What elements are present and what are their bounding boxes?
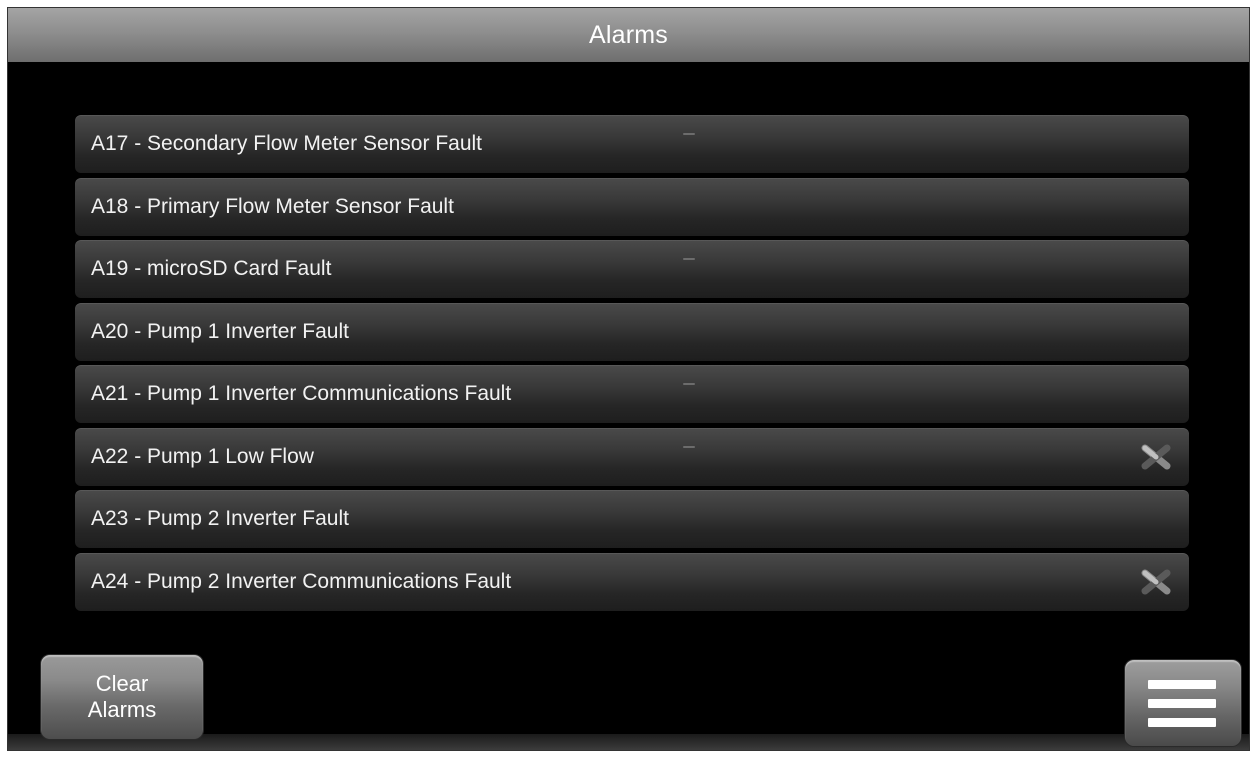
alarm-row-a19[interactable]: A19 - microSD Card Fault — [75, 240, 1189, 298]
clear-alarms-button[interactable]: Clear Alarms — [41, 655, 203, 739]
alarm-row-a24[interactable]: A24 - Pump 2 Inverter Communications Fau… — [75, 552, 1189, 611]
row-highlight — [683, 383, 695, 385]
row-highlight — [683, 258, 695, 260]
alarm-label: A23 - Pump 2 Inverter Fault — [91, 507, 349, 530]
menu-bar-middle — [1148, 699, 1216, 708]
clear-button-label-line1: Clear — [95, 671, 149, 696]
menu-bar-top — [1148, 680, 1216, 689]
alarm-label: A22 - Pump 1 Low Flow — [91, 444, 314, 468]
alarms-screen: Alarms A17 - Secondary Flow Meter Sensor… — [7, 7, 1250, 751]
header-bar: Alarms — [8, 8, 1249, 62]
page-title: Alarms — [589, 20, 668, 49]
alarm-list: A17 - Secondary Flow Meter Sensor Fault … — [75, 115, 1189, 615]
alarm-label: A24 - Pump 2 Inverter Communications Fau… — [91, 569, 512, 593]
menu-bar-bottom — [1148, 718, 1216, 727]
alarm-label: A19 - microSD Card Fault — [91, 257, 332, 280]
alarm-label: A17 - Secondary Flow Meter Sensor Fault — [91, 132, 483, 155]
alarm-row-a18[interactable]: A18 - Primary Flow Meter Sensor Fault — [75, 177, 1189, 236]
alarm-row-a22[interactable]: A22 - Pump 1 Low Flow — [75, 427, 1189, 486]
row-highlight — [683, 445, 695, 448]
clear-button-label-line2: Alarms — [87, 697, 157, 722]
alarm-row-a20[interactable]: A20 - Pump 1 Inverter Fault — [75, 302, 1189, 361]
alarm-label: A20 - Pump 1 Inverter Fault — [91, 319, 349, 343]
alarm-row-a23[interactable]: A23 - Pump 2 Inverter Fault — [75, 490, 1189, 548]
menu-button[interactable] — [1125, 660, 1241, 746]
dismiss-x-icon[interactable] — [1141, 442, 1171, 472]
alarm-row-a21[interactable]: A21 - Pump 1 Inverter Communications Fau… — [75, 365, 1189, 423]
alarm-label: A18 - Primary Flow Meter Sensor Fault — [91, 194, 454, 218]
alarm-label: A21 - Pump 1 Inverter Communications Fau… — [91, 382, 512, 405]
dismiss-x-icon[interactable] — [1141, 567, 1171, 597]
alarm-row-a17[interactable]: A17 - Secondary Flow Meter Sensor Fault — [75, 115, 1189, 173]
row-highlight — [683, 133, 695, 135]
